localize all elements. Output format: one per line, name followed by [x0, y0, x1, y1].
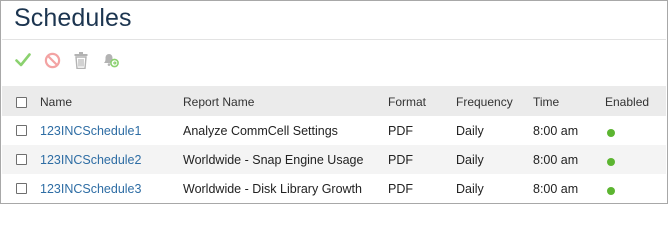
column-header-name[interactable]: Name	[40, 86, 72, 116]
column-header-frequency[interactable]: Frequency	[456, 86, 513, 116]
time-value: 8:00 am	[533, 123, 579, 138]
time-value: 8:00 am	[533, 181, 579, 196]
schedule-name-link[interactable]: 123INCSchedule2	[40, 145, 141, 174]
column-header-report-name[interactable]: Report Name	[183, 86, 254, 116]
schedules-panel: Schedules Name Report Name Format Freque…	[0, 0, 668, 204]
frequency-value: Daily	[456, 123, 484, 138]
row-checkbox[interactable]	[16, 154, 27, 165]
enabled-status-icon	[607, 157, 615, 166]
select-all-checkbox[interactable]	[16, 96, 27, 108]
enabled-status-icon	[607, 186, 615, 195]
column-header-format[interactable]: Format	[388, 86, 426, 116]
column-header-time[interactable]: Time	[533, 86, 559, 116]
toolbar	[12, 49, 128, 71]
time-value: 8:00 am	[533, 152, 579, 167]
format-value: PDF	[388, 181, 413, 196]
frequency-value: Daily	[456, 181, 484, 196]
page-title: Schedules	[14, 4, 132, 32]
format-value: PDF	[388, 152, 413, 167]
title-divider	[2, 39, 666, 40]
table-row: 123INCSchedule1 Analyze CommCell Setting…	[2, 116, 666, 145]
column-header-enabled[interactable]: Enabled	[605, 86, 649, 116]
schedules-table: Name Report Name Format Frequency Time E…	[2, 86, 666, 203]
table-header-row: Name Report Name Format Frequency Time E…	[2, 86, 666, 116]
schedule-name-link[interactable]: 123INCSchedule1	[40, 116, 141, 145]
row-checkbox[interactable]	[16, 125, 27, 136]
report-name: Worldwide - Disk Library Growth	[183, 181, 362, 196]
format-value: PDF	[388, 123, 413, 138]
enabled-status-icon	[607, 128, 615, 137]
delete-trash-icon[interactable]	[70, 49, 92, 71]
row-checkbox[interactable]	[16, 183, 27, 194]
frequency-value: Daily	[456, 152, 484, 167]
enable-check-icon[interactable]	[12, 49, 34, 71]
table-row: 123INCSchedule2 Worldwide - Snap Engine …	[2, 145, 666, 174]
schedule-name-link[interactable]: 123INCSchedule3	[40, 174, 141, 203]
table-row: 123INCSchedule3 Worldwide - Disk Library…	[2, 174, 666, 203]
disable-circle-icon[interactable]	[41, 49, 63, 71]
report-name: Analyze CommCell Settings	[183, 123, 338, 138]
notify-bell-icon[interactable]	[99, 49, 121, 71]
report-name: Worldwide - Snap Engine Usage	[183, 152, 364, 167]
